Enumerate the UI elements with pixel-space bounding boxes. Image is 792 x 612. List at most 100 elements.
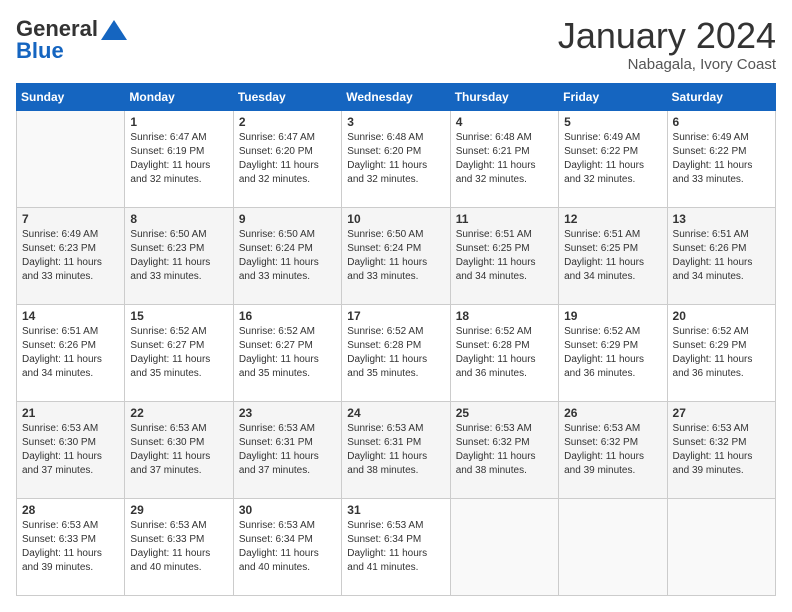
calendar-day-cell: 9Sunrise: 6:50 AMSunset: 6:24 PMDaylight… — [233, 207, 341, 304]
day-number: 29 — [130, 503, 227, 517]
calendar-day-cell: 23 Sunrise: 6:53 AMSunset: 6:31 PMDayligh… — [233, 401, 341, 498]
header: General Blue January 2024 Nabagala, Ivor… — [16, 16, 776, 73]
calendar-header-cell: Tuesday — [233, 83, 341, 110]
page: General Blue January 2024 Nabagala, Ivor… — [0, 0, 792, 612]
day-info: Sunrise: 6:53 AMSunset: 6:30 PMDaylight:… — [130, 422, 227, 478]
calendar-header-cell: Thursday — [450, 83, 558, 110]
calendar-day-cell: 21 Sunrise: 6:53 AMSunset: 6:30 PMDayligh… — [17, 401, 125, 498]
day-info: Sunrise: 6:47 AMSunset: 6:20 PMDaylight:… — [239, 131, 336, 187]
calendar-day-cell: 1Sunrise: 6:47 AMSunset: 6:19 PMDaylight… — [125, 110, 233, 207]
calendar-header-cell: Sunday — [17, 83, 125, 110]
day-number: 1 — [130, 115, 227, 129]
day-info: Sunrise: 6:51 AMSunset: 6:26 PMDaylight:… — [673, 228, 770, 284]
day-number: 28 — [22, 503, 119, 517]
day-number: 9 — [239, 212, 336, 226]
day-number: 14 — [22, 309, 119, 323]
day-info: Sunrise: 6:52 AMSunset: 6:28 PMDaylight:… — [456, 325, 553, 381]
day-number: 25 — [456, 406, 553, 420]
month-title: January 2024 — [558, 16, 776, 56]
day-info: Sunrise: 6:53 AMSunset: 6:32 PMDaylight:… — [673, 422, 770, 478]
day-number: 3 — [347, 115, 444, 129]
day-number: 23 — [239, 406, 336, 420]
calendar-day-cell: 30 Sunrise: 6:53 AMSunset: 6:34 PMDayligh… — [233, 498, 341, 595]
calendar-week-row: 14 Sunrise: 6:51 AMSunset: 6:26 PMDayligh… — [17, 304, 776, 401]
day-info: Sunrise: 6:52 AMSunset: 6:29 PMDaylight:… — [673, 325, 770, 381]
day-number: 26 — [564, 406, 661, 420]
day-info: Sunrise: 6:51 AMSunset: 6:26 PMDaylight:… — [22, 325, 119, 381]
calendar-day-cell: 14 Sunrise: 6:51 AMSunset: 6:26 PMDayligh… — [17, 304, 125, 401]
calendar-day-cell: 24Sunrise: 6:53 AMSunset: 6:31 PMDayligh… — [342, 401, 450, 498]
calendar-day-cell: 18 Sunrise: 6:52 AMSunset: 6:28 PMDayligh… — [450, 304, 558, 401]
day-number: 2 — [239, 115, 336, 129]
day-info: Sunrise: 6:48 AMSunset: 6:20 PMDaylight:… — [347, 131, 444, 187]
calendar-day-cell: 20Sunrise: 6:52 AMSunset: 6:29 PMDayligh… — [667, 304, 775, 401]
calendar-day-cell — [17, 110, 125, 207]
day-number: 18 — [456, 309, 553, 323]
day-number: 11 — [456, 212, 553, 226]
calendar-header-cell: Wednesday — [342, 83, 450, 110]
day-number: 5 — [564, 115, 661, 129]
calendar-header-cell: Saturday — [667, 83, 775, 110]
calendar-header-cell: Monday — [125, 83, 233, 110]
calendar-day-cell: 5 Sunrise: 6:49 AMSunset: 6:22 PMDaylight… — [559, 110, 667, 207]
calendar-day-cell — [667, 498, 775, 595]
day-info: Sunrise: 6:53 AMSunset: 6:33 PMDaylight:… — [130, 519, 227, 575]
day-number: 31 — [347, 503, 444, 517]
day-info: Sunrise: 6:53 AMSunset: 6:34 PMDaylight:… — [239, 519, 336, 575]
day-info: Sunrise: 6:49 AMSunset: 6:22 PMDaylight:… — [673, 131, 770, 187]
calendar-day-cell: 3 Sunrise: 6:48 AMSunset: 6:20 PMDaylight… — [342, 110, 450, 207]
logo: General Blue — [16, 16, 127, 64]
day-number: 30 — [239, 503, 336, 517]
calendar-week-row: 28 Sunrise: 6:53 AMSunset: 6:33 PMDayligh… — [17, 498, 776, 595]
calendar-day-cell: 31 Sunrise: 6:53 AMSunset: 6:34 PMDayligh… — [342, 498, 450, 595]
calendar-day-cell: 17 Sunrise: 6:52 AMSunset: 6:28 PMDayligh… — [342, 304, 450, 401]
calendar-day-cell — [559, 498, 667, 595]
day-info: Sunrise: 6:49 AMSunset: 6:23 PMDaylight:… — [22, 228, 119, 284]
day-info: Sunrise: 6:52 AMSunset: 6:28 PMDaylight:… — [347, 325, 444, 381]
day-number: 10 — [347, 212, 444, 226]
day-number: 17 — [347, 309, 444, 323]
logo-blue-text: Blue — [16, 38, 64, 64]
calendar-day-cell: 7 Sunrise: 6:49 AMSunset: 6:23 PMDaylight… — [17, 207, 125, 304]
calendar-week-row: 1Sunrise: 6:47 AMSunset: 6:19 PMDaylight… — [17, 110, 776, 207]
calendar-day-cell: 16 Sunrise: 6:52 AMSunset: 6:27 PMDayligh… — [233, 304, 341, 401]
calendar-day-cell: 22 Sunrise: 6:53 AMSunset: 6:30 PMDayligh… — [125, 401, 233, 498]
day-info: Sunrise: 6:50 AMSunset: 6:24 PMDaylight:… — [347, 228, 444, 284]
calendar-day-cell — [450, 498, 558, 595]
title-block: January 2024 Nabagala, Ivory Coast — [558, 16, 776, 73]
day-info: Sunrise: 6:52 AMSunset: 6:27 PMDaylight:… — [239, 325, 336, 381]
calendar-day-cell: 11Sunrise: 6:51 AMSunset: 6:25 PMDayligh… — [450, 207, 558, 304]
calendar-day-cell: 27 Sunrise: 6:53 AMSunset: 6:32 PMDayligh… — [667, 401, 775, 498]
day-number: 13 — [673, 212, 770, 226]
calendar-day-cell: 10 Sunrise: 6:50 AMSunset: 6:24 PMDayligh… — [342, 207, 450, 304]
calendar-day-cell: 25 Sunrise: 6:53 AMSunset: 6:32 PMDayligh… — [450, 401, 558, 498]
calendar-day-cell: 8 Sunrise: 6:50 AMSunset: 6:23 PMDaylight… — [125, 207, 233, 304]
day-info: Sunrise: 6:53 AMSunset: 6:31 PMDaylight:… — [239, 422, 336, 478]
day-number: 6 — [673, 115, 770, 129]
day-number: 22 — [130, 406, 227, 420]
subtitle: Nabagala, Ivory Coast — [558, 56, 776, 73]
calendar-table: SundayMondayTuesdayWednesdayThursdayFrid… — [16, 83, 776, 596]
day-number: 19 — [564, 309, 661, 323]
day-info: Sunrise: 6:53 AMSunset: 6:32 PMDaylight:… — [456, 422, 553, 478]
day-number: 16 — [239, 309, 336, 323]
calendar-day-cell: 12Sunrise: 6:51 AMSunset: 6:25 PMDayligh… — [559, 207, 667, 304]
day-info: Sunrise: 6:53 AMSunset: 6:34 PMDaylight:… — [347, 519, 444, 575]
day-number: 8 — [130, 212, 227, 226]
day-number: 12 — [564, 212, 661, 226]
day-number: 21 — [22, 406, 119, 420]
day-info: Sunrise: 6:53 AMSunset: 6:30 PMDaylight:… — [22, 422, 119, 478]
day-number: 4 — [456, 115, 553, 129]
calendar-day-cell: 15Sunrise: 6:52 AMSunset: 6:27 PMDayligh… — [125, 304, 233, 401]
calendar-header-row: SundayMondayTuesdayWednesdayThursdayFrid… — [17, 83, 776, 110]
calendar-week-row: 7 Sunrise: 6:49 AMSunset: 6:23 PMDaylight… — [17, 207, 776, 304]
day-number: 27 — [673, 406, 770, 420]
calendar-day-cell: 26Sunrise: 6:53 AMSunset: 6:32 PMDayligh… — [559, 401, 667, 498]
day-number: 7 — [22, 212, 119, 226]
calendar-day-cell: 4Sunrise: 6:48 AMSunset: 6:21 PMDaylight… — [450, 110, 558, 207]
day-info: Sunrise: 6:49 AMSunset: 6:22 PMDaylight:… — [564, 131, 661, 187]
calendar-day-cell: 29 Sunrise: 6:53 AMSunset: 6:33 PMDayligh… — [125, 498, 233, 595]
logo-icon — [101, 20, 127, 40]
day-info: Sunrise: 6:50 AMSunset: 6:23 PMDaylight:… — [130, 228, 227, 284]
day-number: 15 — [130, 309, 227, 323]
